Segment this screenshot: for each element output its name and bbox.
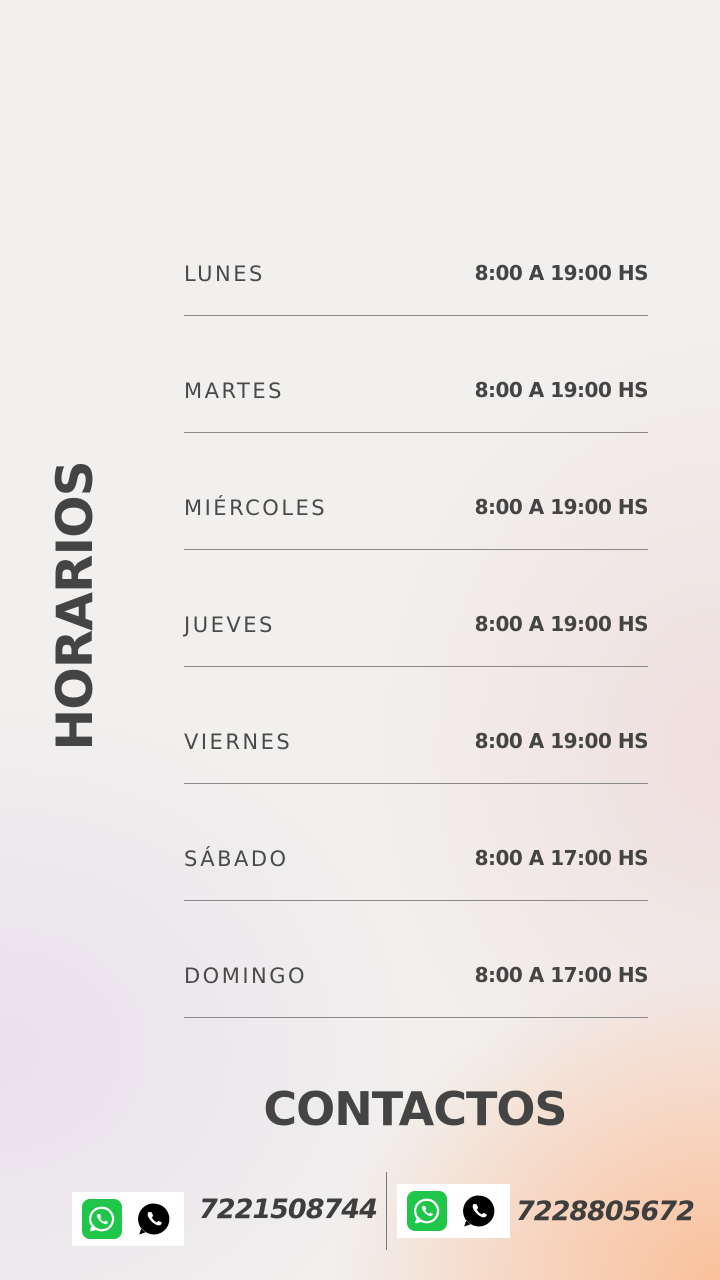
divider-line: [184, 432, 648, 433]
hours-value: 8:00 A 19:00 HS: [474, 729, 649, 753]
schedule-row-sabado: SÁBADO 8:00 A 17:00 HS: [184, 785, 649, 902]
contacts-divider: [386, 1172, 387, 1250]
whatsapp-bubble-icon: [459, 1191, 499, 1231]
phone-number-1[interactable]: 7221508744: [199, 1194, 378, 1225]
page-title: HORARIOS: [46, 461, 104, 751]
schedule-row-domingo: DOMINGO 8:00 A 17:00 HS: [184, 902, 649, 1019]
schedule-row-viernes: VIERNES 8:00 A 19:00 HS: [184, 668, 649, 785]
divider-line: [184, 900, 648, 901]
divider-line: [184, 549, 648, 550]
day-label: VIERNES: [184, 730, 293, 754]
schedule-row-miercoles: MIÉRCOLES 8:00 A 19:00 HS: [184, 434, 649, 551]
whatsapp-bubble-icon: [134, 1199, 174, 1239]
whatsapp-badge-2[interactable]: [397, 1184, 510, 1238]
hours-value: 8:00 A 17:00 HS: [474, 846, 649, 870]
day-label: LUNES: [184, 262, 265, 286]
day-label: JUEVES: [184, 613, 275, 637]
schedule-row-lunes: LUNES 8:00 A 19:00 HS: [184, 200, 649, 317]
schedule-row-jueves: JUEVES 8:00 A 19:00 HS: [184, 551, 649, 668]
schedule-list: LUNES 8:00 A 19:00 HS MARTES 8:00 A 19:0…: [184, 200, 649, 1019]
day-label: MIÉRCOLES: [184, 496, 328, 520]
day-label: DOMINGO: [184, 964, 308, 988]
hours-value: 8:00 A 19:00 HS: [474, 378, 649, 402]
hours-value: 8:00 A 19:00 HS: [474, 612, 649, 636]
whatsapp-logo-icon: [82, 1199, 122, 1239]
phone-number-2[interactable]: 7228805672: [516, 1196, 695, 1227]
contacts-heading: CONTACTOS: [263, 1082, 567, 1136]
schedule-row-martes: MARTES 8:00 A 19:00 HS: [184, 317, 649, 434]
divider-line: [184, 315, 648, 316]
day-label: SÁBADO: [184, 847, 289, 871]
whatsapp-badge-1[interactable]: [72, 1192, 184, 1246]
divider-line: [184, 1017, 648, 1018]
hours-value: 8:00 A 19:00 HS: [474, 261, 649, 285]
divider-line: [184, 666, 648, 667]
whatsapp-logo-icon: [407, 1191, 447, 1231]
hours-value: 8:00 A 19:00 HS: [474, 495, 649, 519]
divider-line: [184, 783, 648, 784]
day-label: MARTES: [184, 379, 284, 403]
hours-value: 8:00 A 17:00 HS: [474, 963, 649, 987]
